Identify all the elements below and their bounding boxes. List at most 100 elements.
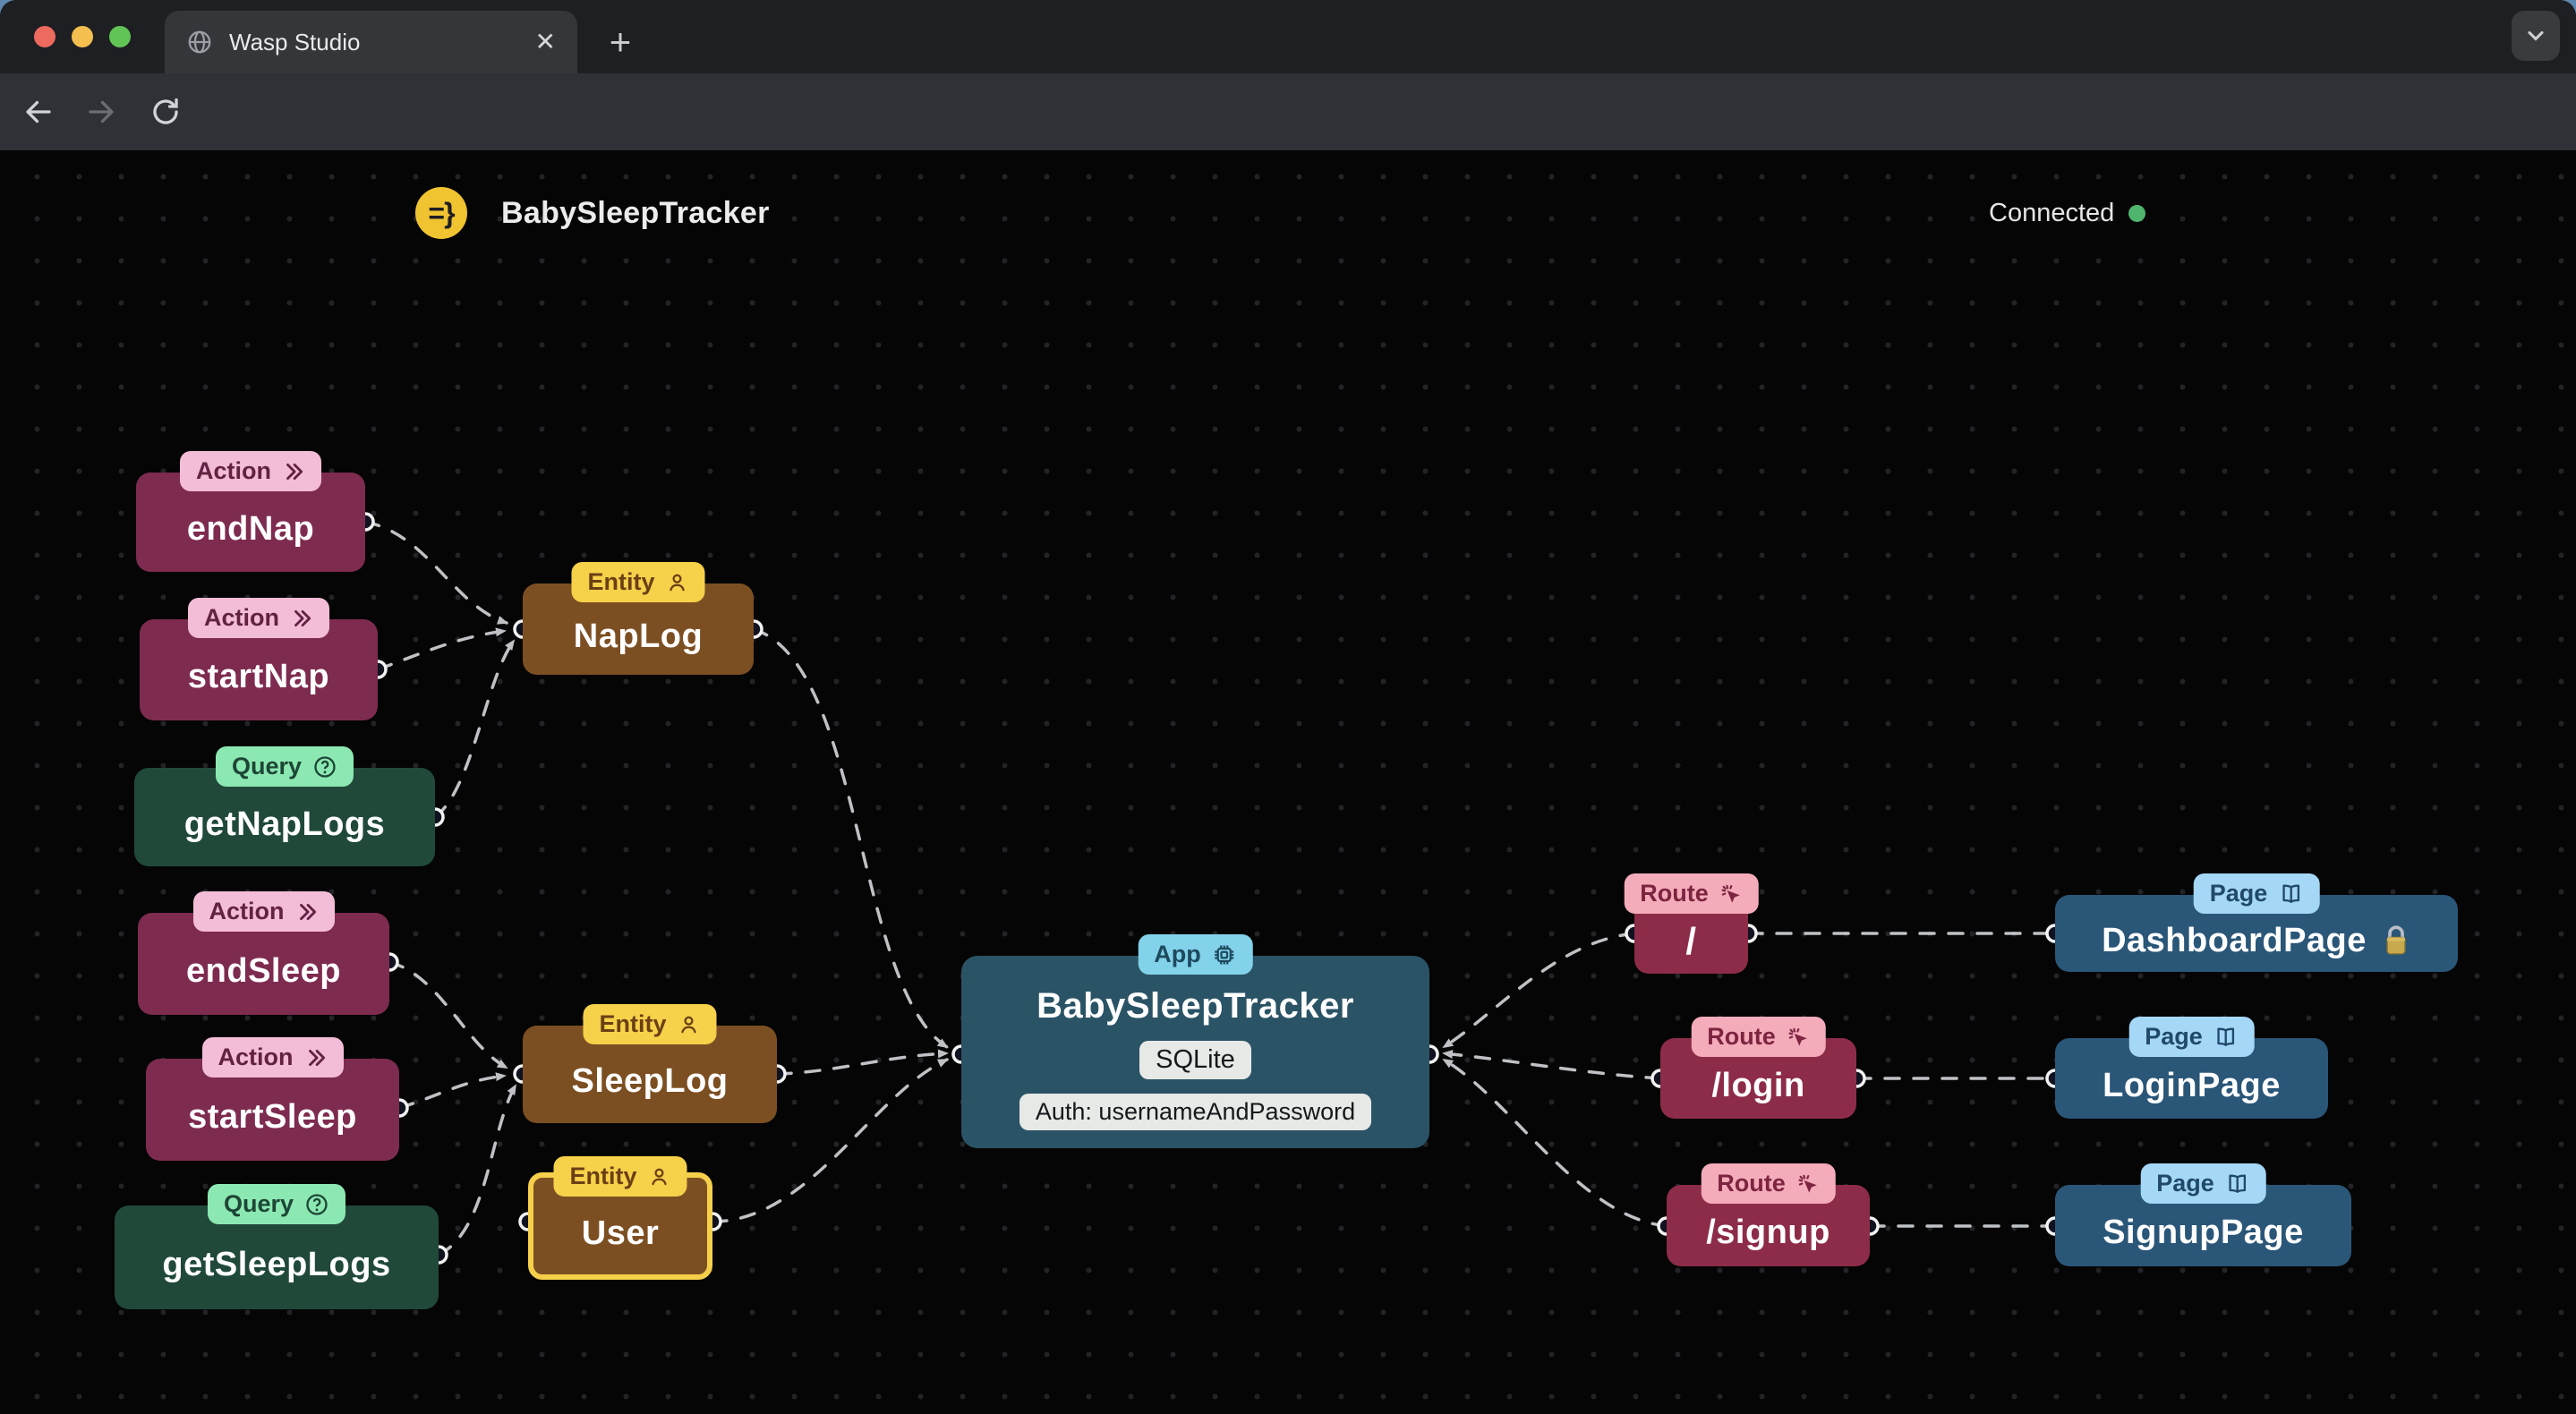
action-icon [286, 463, 303, 480]
entity-badge: Entity [583, 1004, 717, 1044]
action-badge: Action [192, 891, 335, 932]
maximize-window-button[interactable] [109, 26, 131, 47]
node-label: SignupPage [2103, 1214, 2304, 1251]
chip-icon [1215, 945, 1234, 964]
question-circle-icon [306, 1193, 328, 1215]
node-label: / [1685, 920, 1697, 962]
tab-wasp-studio[interactable]: Wasp Studio ✕ [165, 11, 577, 73]
lock-icon [2386, 925, 2406, 955]
reload-icon [153, 98, 178, 124]
browser-window: Wasp Studio ✕ + localhost:4000 Incognito [0, 0, 2576, 1414]
edge-getSleepLogs-sleepLog [437, 1084, 517, 1256]
minimize-window-button[interactable] [72, 26, 93, 47]
node-label: NapLog [573, 617, 704, 655]
node-label: startNap [187, 658, 330, 695]
action-icon [294, 609, 311, 626]
question-circle-icon [314, 755, 336, 778]
node-endSleep[interactable]: Action endSleep [138, 891, 389, 1015]
connection-status-text: Connected [1989, 198, 2115, 227]
app-node-title: BabySleepTracker [1036, 986, 1354, 1026]
node-label: /login [1711, 1066, 1805, 1104]
node-startNap[interactable]: Action startNap [140, 598, 378, 720]
studio-header: =} BabySleepTracker Connected [0, 150, 2576, 267]
edge-routeRoot-app [1442, 932, 1636, 1049]
studio-app-name: BabySleepTracker [501, 195, 770, 230]
book-icon [2217, 1027, 2235, 1046]
node-login-page[interactable]: Page LoginPage [2055, 1017, 2328, 1119]
action-badge: Action [201, 1037, 344, 1078]
person-icon [652, 1168, 667, 1185]
entity-badge: Entity [571, 562, 705, 602]
tab-strip: Wasp Studio ✕ + [0, 0, 2576, 73]
connection-status: Connected [1989, 187, 2146, 239]
reload-button[interactable] [143, 89, 188, 134]
route-badge: Route [1624, 873, 1759, 914]
page-badge: Page [2193, 873, 2320, 914]
action-icon [308, 1049, 325, 1066]
node-getSleepLogs[interactable]: Query getSleepLogs [115, 1184, 439, 1309]
edge-routeSignup-app [1442, 1058, 1668, 1228]
chevron-down-icon [2528, 30, 2544, 41]
globe-icon [188, 30, 211, 54]
browser-toolbar: localhost:4000 Incognito Relaunch to upd… [0, 73, 2576, 208]
page-badge: Page [2140, 1163, 2266, 1204]
action-badge: Action [180, 451, 321, 491]
node-dashboard-page[interactable]: Page DashboardPage [2055, 873, 2458, 972]
tab-close-icon[interactable]: ✕ [535, 30, 556, 55]
node-user[interactable]: Entity User [528, 1156, 712, 1280]
back-button[interactable] [16, 89, 61, 134]
tab-title: Wasp Studio [229, 28, 361, 55]
back-icon [26, 100, 51, 124]
wasp-logo: =} [415, 187, 467, 239]
node-app[interactable]: App BabySleepTracker SQLite Auth: userna… [961, 934, 1429, 1148]
edge-napLog-app [752, 627, 949, 1049]
node-label: endSleep [186, 951, 341, 990]
node-sleepLog[interactable]: Entity SleepLog [523, 1004, 777, 1123]
node-startSleep[interactable]: Action startSleep [146, 1037, 399, 1161]
book-icon [2229, 1174, 2247, 1193]
forward-icon [89, 100, 114, 124]
node-route-login[interactable]: Route /login [1660, 1017, 1856, 1119]
node-signup-page[interactable]: Page SignupPage [2055, 1163, 2351, 1266]
edge-routeLogin-app [1442, 1050, 1662, 1080]
node-label: getNapLogs [183, 805, 386, 843]
cursor-click-icon [1788, 1027, 1807, 1046]
book-icon [2282, 884, 2299, 903]
node-endNap[interactable]: Action endNap [136, 451, 365, 572]
close-window-button[interactable] [34, 26, 55, 47]
cursor-click-icon [1721, 884, 1740, 903]
app-badge: App [1138, 934, 1253, 975]
node-label: /signup [1706, 1214, 1830, 1251]
entity-badge: Entity [553, 1156, 687, 1197]
node-route-signup[interactable]: Route /signup [1667, 1163, 1870, 1266]
node-label: SleepLog [571, 1062, 729, 1100]
edge-startNap-napLog [376, 627, 507, 671]
person-icon [681, 1016, 696, 1033]
edge-getNapLogs-napLog [433, 639, 516, 819]
node-label: getSleepLogs [162, 1245, 391, 1283]
node-getNapLogs[interactable]: Query getNapLogs [134, 746, 435, 866]
node-label: LoginPage [2103, 1066, 2281, 1104]
action-icon [299, 903, 316, 920]
node-label: User [581, 1214, 660, 1252]
wasp-studio-canvas[interactable]: =} BabySleepTracker Connected Action end… [0, 150, 2576, 1414]
node-napLog[interactable]: Entity NapLog [523, 562, 754, 675]
node-route-root[interactable]: Route / [1624, 873, 1759, 974]
connection-status-dot [2128, 204, 2146, 222]
cursor-click-icon [1798, 1174, 1817, 1193]
query-badge: Query [207, 1184, 346, 1224]
tab-search-chevron-button[interactable] [2512, 11, 2560, 61]
edge-sleepLog-app [775, 1049, 949, 1076]
edge-endNap-napLog [363, 520, 508, 625]
node-label: endNap [186, 510, 315, 548]
edge-endSleep-sleepLog [388, 960, 508, 1069]
new-tab-button[interactable]: + [598, 20, 643, 64]
edge-startSleep-sleepLog [397, 1072, 507, 1110]
route-badge: Route [1701, 1163, 1836, 1204]
node-label: startSleep [188, 1097, 357, 1136]
forward-button[interactable] [79, 89, 124, 134]
query-badge: Query [215, 746, 354, 787]
route-badge: Route [1691, 1017, 1826, 1057]
node-label: DashboardPage [2102, 921, 2367, 959]
auth-pill: Auth: usernameAndPassword [1019, 1094, 1372, 1130]
